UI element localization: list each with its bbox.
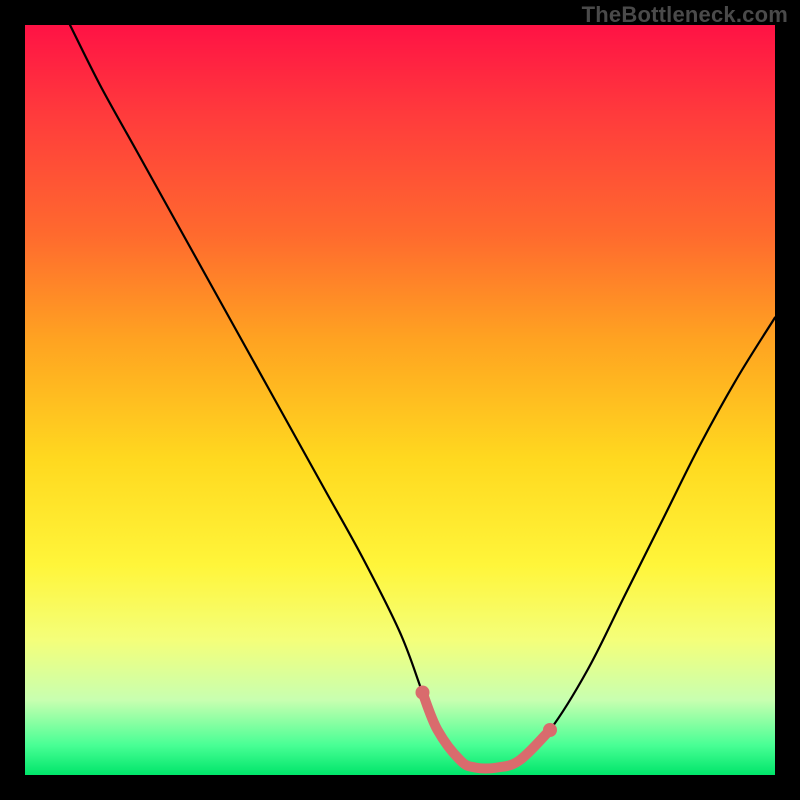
highlight-end-dot <box>543 723 557 737</box>
flat-region-highlight-path <box>423 693 551 769</box>
plot-area <box>25 25 775 775</box>
bottleneck-curve-path <box>70 25 775 769</box>
highlight-end-dot <box>416 686 430 700</box>
bottleneck-curve-svg <box>25 25 775 775</box>
chart-frame: TheBottleneck.com <box>0 0 800 800</box>
watermark-text: TheBottleneck.com <box>582 2 788 28</box>
